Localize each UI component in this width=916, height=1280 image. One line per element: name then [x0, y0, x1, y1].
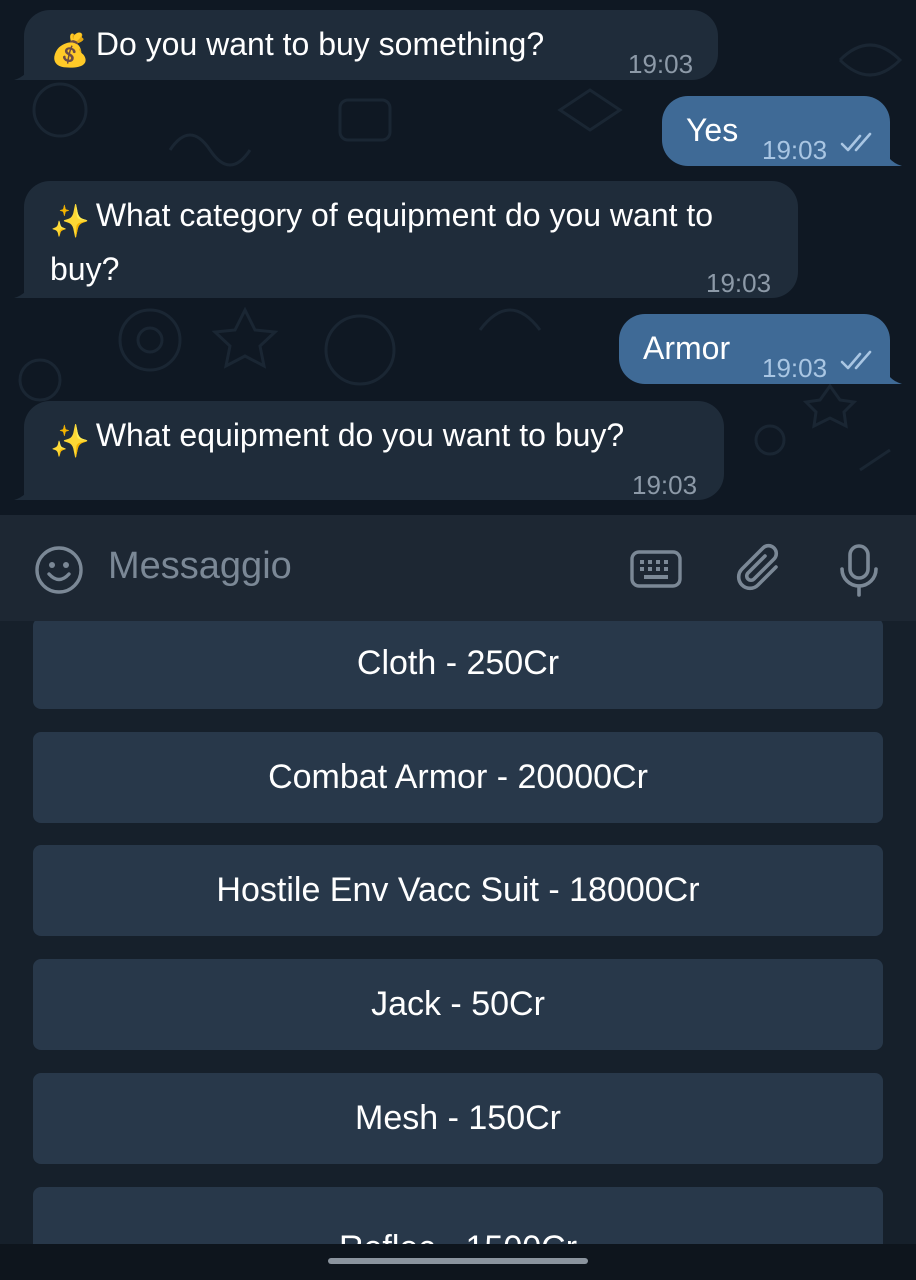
bubble-tail — [882, 146, 902, 166]
keyboard-button-reflec[interactable]: Reflec - 1500Cr — [33, 1187, 883, 1244]
chat-area[interactable]: 💰 Do you want to buy something? 19:03 Yes… — [0, 0, 916, 515]
message-input[interactable]: Messaggio — [108, 545, 292, 588]
sparkles-icon: ✨ — [50, 203, 90, 239]
message-incoming[interactable]: ✨ What category of equipment do you want … — [14, 181, 798, 298]
keyboard-button-mesh[interactable]: Mesh - 150Cr — [33, 1073, 883, 1164]
double-check-icon — [840, 350, 872, 370]
keyboard-button-label: Reflec - 1500Cr — [339, 1229, 577, 1244]
bubble-tail — [882, 364, 902, 384]
microphone-icon[interactable] — [838, 543, 880, 599]
message-text: Yes — [686, 112, 739, 148]
attach-icon[interactable] — [736, 543, 786, 597]
message-time: 19:03 — [762, 135, 828, 165]
message-text: Armor — [643, 330, 731, 366]
emoji-icon[interactable] — [34, 545, 84, 595]
message-time: 19:03 — [628, 49, 694, 79]
message-incoming[interactable]: 💰 Do you want to buy something? 19:03 — [14, 10, 718, 80]
money-bag-icon: 💰 — [50, 32, 90, 68]
keyboard-icon[interactable] — [630, 549, 682, 589]
message-text: Do you want to buy something? — [95, 26, 545, 62]
bubble-tail — [14, 480, 34, 500]
reply-keyboard: Cloth - 250Cr Combat Armor - 20000Cr Hos… — [0, 621, 916, 1244]
keyboard-button-cloth[interactable]: Cloth - 250Cr — [33, 621, 883, 709]
message-text: What category of equipment do you want t… — [50, 197, 714, 287]
message-time: 19:03 — [632, 470, 698, 500]
sparkles-icon: ✨ — [50, 423, 90, 459]
message-incoming[interactable]: ✨ What equipment do you want to buy? 19:0… — [14, 401, 724, 500]
message-text: What equipment do you want to buy? — [95, 417, 625, 453]
message-time: 19:03 — [706, 268, 772, 298]
keyboard-button-jack[interactable]: Jack - 50Cr — [33, 959, 883, 1050]
message-outgoing[interactable]: Armor 19:03 — [619, 314, 902, 384]
keyboard-button-hostile-env-vacc-suit[interactable]: Hostile Env Vacc Suit - 18000Cr — [33, 845, 883, 936]
home-indicator[interactable] — [328, 1258, 588, 1264]
double-check-icon — [840, 132, 872, 152]
system-navigation-bar — [0, 1244, 916, 1280]
bubble-tail — [14, 60, 34, 80]
bubble-tail — [14, 278, 34, 298]
message-outgoing[interactable]: Yes 19:03 — [662, 96, 902, 166]
message-input-bar: Messaggio — [0, 515, 916, 621]
keyboard-button-combat-armor[interactable]: Combat Armor - 20000Cr — [33, 732, 883, 823]
message-time: 19:03 — [762, 353, 828, 383]
